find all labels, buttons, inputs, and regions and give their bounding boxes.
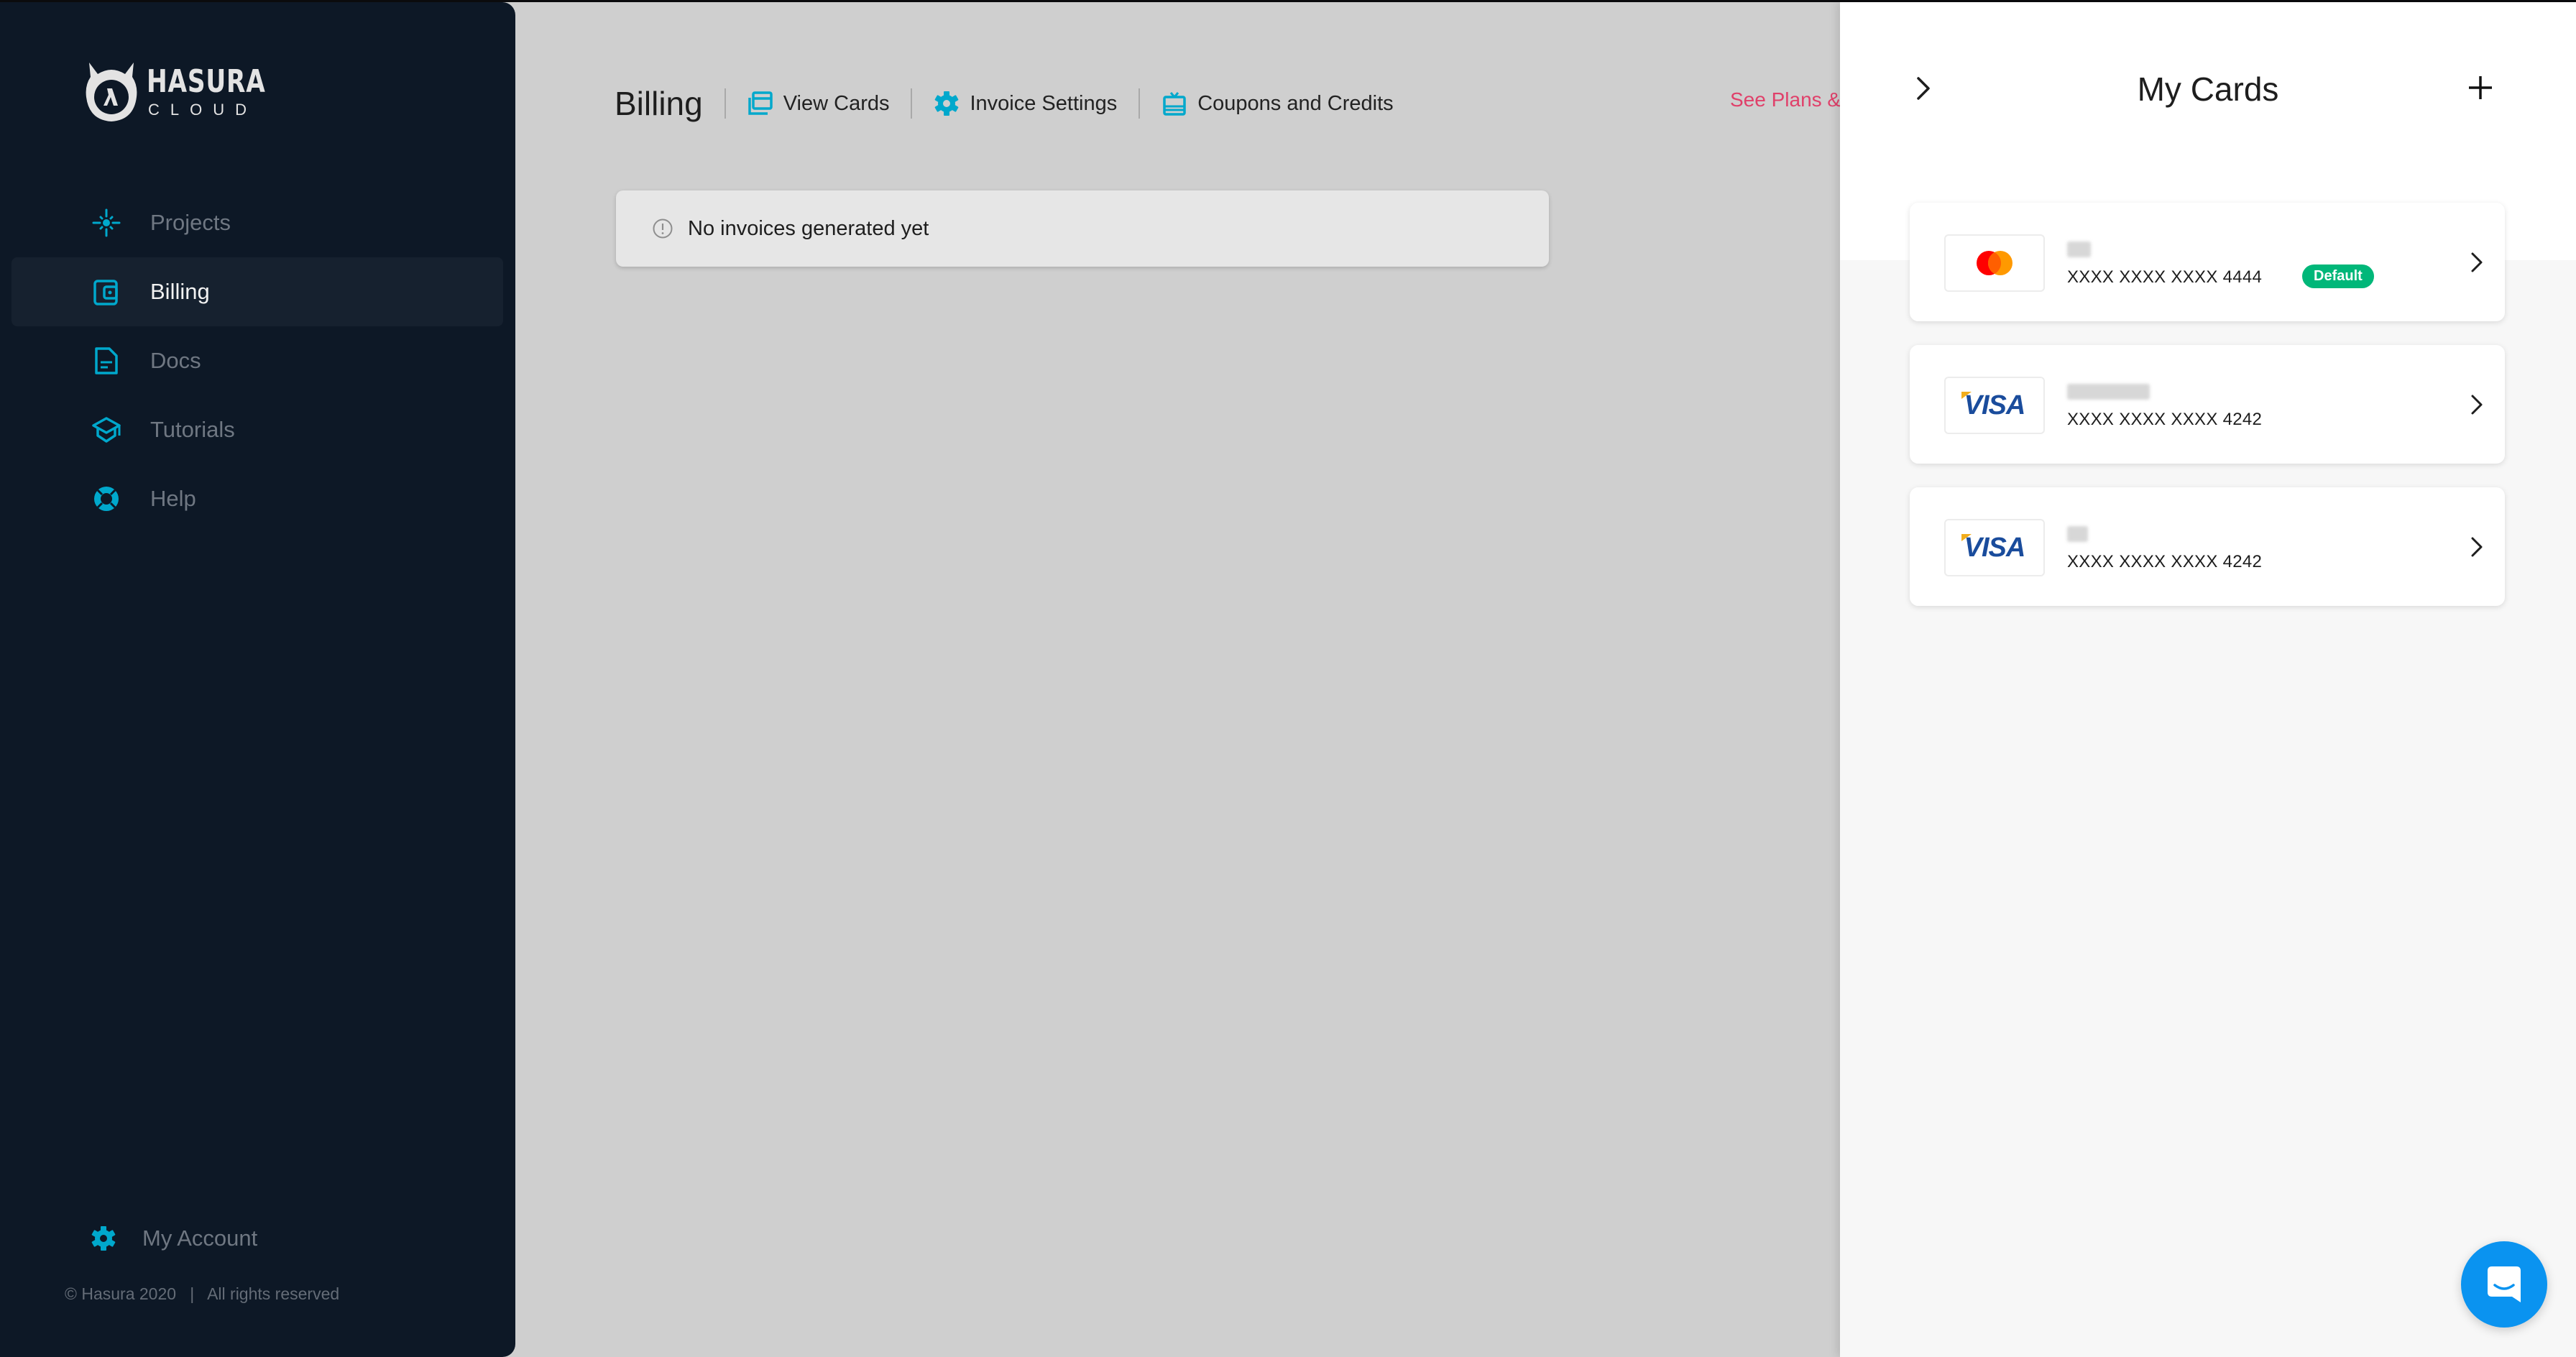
hasura-logo-icon (86, 63, 137, 121)
view-cards-link[interactable]: View Cards (726, 91, 911, 116)
document-icon (91, 345, 122, 377)
graduation-cap-icon (91, 414, 122, 446)
page-title: Billing (615, 85, 703, 122)
my-account-link[interactable]: My Account (91, 1220, 257, 1256)
logo-wordmark: HASURA (147, 63, 266, 100)
chat-bubble-icon (2488, 1266, 2521, 1302)
gear-icon (91, 1226, 116, 1251)
sidebar-item-label: Billing (150, 279, 210, 304)
logo-subtitle: CLOUD (148, 101, 258, 119)
my-cards-drawer: My Cards Test XXXX XXXX XXXX 4444 Defaul… (1840, 2, 2576, 1357)
coupons-credits-label: Coupons and Credits (1197, 91, 1394, 115)
projects-icon (91, 207, 122, 239)
sidebar-item-projects[interactable]: Projects (12, 188, 503, 257)
card-item[interactable]: VISA test@example XXXX XXXX XXXX 4242 (1910, 345, 2505, 464)
card-holder-name: Test (2067, 242, 2092, 257)
sidebar-item-help[interactable]: Help (12, 464, 503, 533)
mastercard-logo (1944, 234, 2045, 292)
card-holder-name: test@example (2067, 384, 2150, 400)
lifebuoy-icon (91, 483, 122, 515)
cards-icon (748, 91, 773, 115)
my-account-label: My Account (142, 1225, 258, 1251)
hasura-cloud-logo[interactable]: HASURA CLOUD (83, 60, 299, 124)
sidebar-item-label: Docs (150, 348, 201, 373)
sidebar: HASURA CLOUD Projects Billing Docs Tutor… (0, 2, 515, 1357)
view-cards-label: View Cards (783, 91, 890, 115)
alert-message: No invoices generated yet (688, 216, 929, 240)
see-plans-link[interactable]: See Plans & (1730, 88, 1841, 111)
gear-icon (935, 91, 959, 116)
card-number: XXXX XXXX XXXX 4242 (2067, 410, 2263, 429)
sidebar-item-label: Help (150, 486, 196, 511)
default-badge: Default (2302, 264, 2374, 288)
visa-icon: VISA (1961, 390, 2025, 420)
sidebar-item-billing[interactable]: Billing (12, 257, 503, 326)
drawer-title: My Cards (2137, 70, 2279, 108)
mastercard-icon (1977, 251, 2012, 275)
no-invoices-alert: No invoices generated yet (616, 190, 1549, 267)
invoice-settings-label: Invoice Settings (970, 91, 1118, 115)
card-number: XXXX XXXX XXXX 4444 (2067, 267, 2263, 287)
visa-logo: VISA (1944, 519, 2045, 576)
coupons-credits-link[interactable]: Coupons and Credits (1140, 91, 1414, 116)
card-number: XXXX XXXX XXXX 4242 (2067, 552, 2263, 571)
info-icon (653, 218, 673, 239)
sidebar-item-label: Tutorials (150, 417, 235, 442)
sidebar-item-docs[interactable]: Docs (12, 326, 503, 395)
add-card-icon[interactable] (2467, 74, 2494, 101)
chevron-right-icon (2471, 537, 2483, 557)
copyright-footer: © Hasura 2020 | All rights reserved (65, 1284, 340, 1303)
sidebar-item-tutorials[interactable]: Tutorials (12, 395, 503, 464)
card-item[interactable]: VISA test XXXX XXXX XXXX 4242 (1910, 487, 2505, 606)
card-item[interactable]: Test XXXX XXXX XXXX 4444 Default (1910, 203, 2505, 321)
sidebar-item-label: Projects (150, 210, 231, 235)
visa-icon: VISA (1961, 532, 2025, 563)
visa-logo: VISA (1944, 377, 2045, 434)
support-chat-button[interactable] (2461, 1241, 2547, 1328)
invoice-settings-link[interactable]: Invoice Settings (912, 91, 1138, 116)
chevron-right-icon (2471, 395, 2483, 415)
billing-header: Billing View Cards Invoice Settings Coup… (615, 80, 1415, 127)
card-holder-name: test (2067, 526, 2089, 542)
wallet-icon (91, 276, 122, 308)
chevron-right-icon (2471, 252, 2483, 272)
gift-card-icon (1163, 92, 1186, 116)
